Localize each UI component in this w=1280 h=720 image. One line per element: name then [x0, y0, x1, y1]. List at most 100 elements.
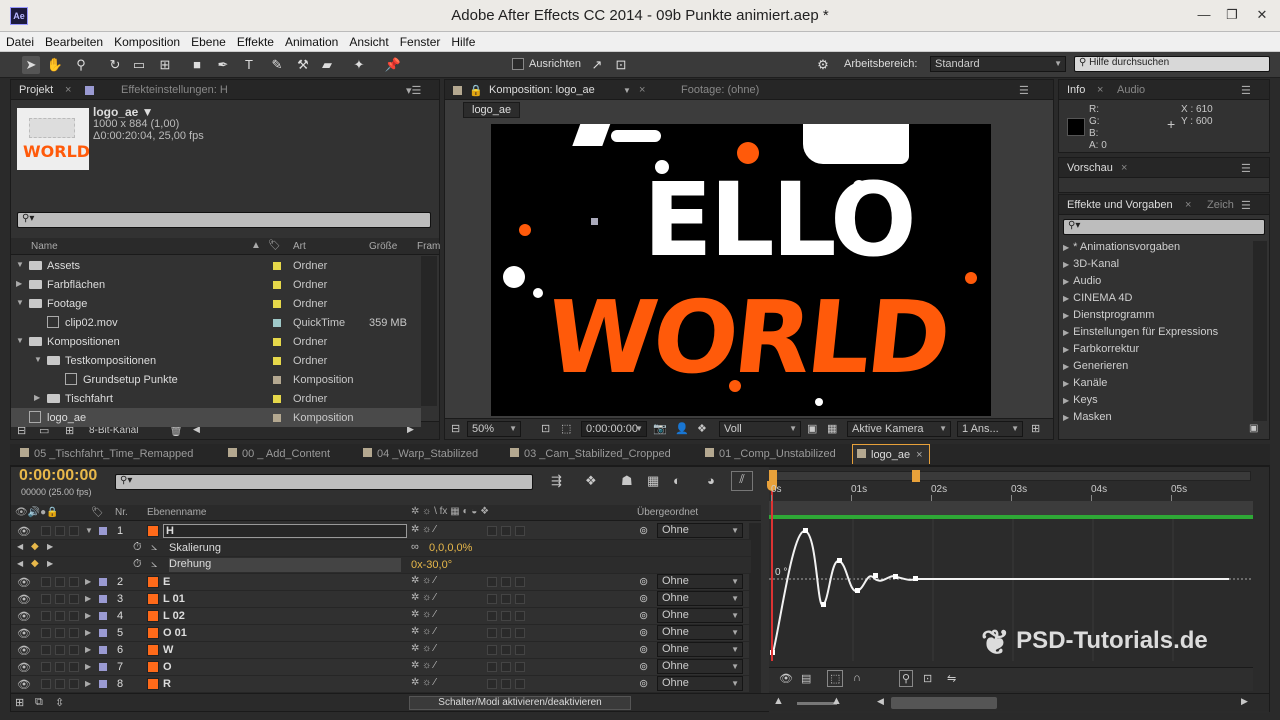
- safe-margins-icon[interactable]: ⊡: [541, 422, 550, 435]
- disclosure-icon[interactable]: ▼: [34, 355, 42, 364]
- tab-info[interactable]: Info: [1067, 84, 1085, 96]
- disclosure-icon[interactable]: ▶: [85, 662, 91, 671]
- label-swatch[interactable]: [99, 578, 107, 586]
- effects-search-input[interactable]: ⚲▾: [1063, 219, 1265, 235]
- col-parent[interactable]: Übergeordnet: [637, 507, 698, 518]
- disclosure-icon[interactable]: ▶: [85, 679, 91, 688]
- mask-toggle-icon[interactable]: ⬚: [561, 422, 571, 435]
- text-tool-icon[interactable]: T: [240, 56, 258, 74]
- parent-dropdown[interactable]: Ohne: [657, 676, 743, 691]
- frame-blend-switch[interactable]: [501, 645, 511, 655]
- audio-toggle[interactable]: [41, 628, 51, 638]
- fx-switch[interactable]: [487, 662, 497, 672]
- fx-switch[interactable]: [487, 594, 497, 604]
- menu-effekte[interactable]: Effekte: [231, 32, 279, 49]
- work-area-end-handle[interactable]: [912, 470, 920, 482]
- lock-toggle[interactable]: [69, 628, 79, 638]
- views-dropdown[interactable]: 1 Ans...: [957, 421, 1023, 437]
- visibility-eye-icon[interactable]: 👁: [17, 610, 31, 623]
- panel-menu-icon[interactable]: ☰: [1019, 84, 1029, 97]
- prev-keyframe-icon[interactable]: ◀: [17, 542, 23, 551]
- item-name[interactable]: logo_ae ▼: [93, 105, 154, 119]
- parent-dropdown[interactable]: Ohne: [657, 642, 743, 657]
- transform-box-icon[interactable]: ⬚: [827, 670, 844, 687]
- menu-komposition[interactable]: Komposition: [108, 32, 185, 49]
- tab-audio[interactable]: Audio: [1117, 84, 1145, 96]
- zoom-out-icon[interactable]: ▲: [773, 695, 784, 707]
- camera-tool-icon[interactable]: ▭: [130, 56, 148, 74]
- motion-blur-switch[interactable]: [515, 577, 525, 587]
- label-swatch[interactable]: [99, 612, 107, 620]
- close-icon[interactable]: ×: [1097, 84, 1103, 96]
- frame-blend-switch[interactable]: [501, 526, 511, 536]
- solo-toggle[interactable]: [55, 526, 65, 536]
- timeline-search-input[interactable]: ⚲▾: [115, 474, 533, 490]
- project-row[interactable]: ▼ Assets Ordner: [11, 256, 421, 275]
- label-swatch[interactable]: [273, 281, 281, 289]
- pick-whip-icon[interactable]: ⊚: [639, 643, 648, 656]
- disclosure-icon[interactable]: ▶: [85, 611, 91, 620]
- layer-name[interactable]: R: [163, 678, 171, 690]
- effects-item[interactable]: ▶ Farbkorrektur: [1063, 343, 1139, 355]
- comp-viewer[interactable]: ELLO WORLD: [491, 124, 991, 416]
- effects-item[interactable]: ▶ Masken: [1063, 411, 1112, 423]
- show-snapshot-icon[interactable]: 👤: [675, 422, 689, 435]
- property-row[interactable]: ◀ ◆ ▶ ⏱ ⦣ Skalierung ∞ 0,0,0,0%: [11, 540, 751, 557]
- label-swatch[interactable]: [273, 319, 281, 327]
- in-out-icon[interactable]: ⇳: [55, 696, 64, 709]
- visibility-eye-icon[interactable]: 👁: [17, 627, 31, 640]
- close-icon[interactable]: ✕: [1246, 0, 1278, 30]
- tab-footage[interactable]: Footage: (ohne): [681, 84, 759, 96]
- fx-switch[interactable]: [487, 526, 497, 536]
- new-bin-icon[interactable]: ▣: [1249, 423, 1258, 434]
- close-icon[interactable]: ×: [65, 84, 71, 96]
- motion-blur-switch[interactable]: [515, 645, 525, 655]
- disclosure-icon[interactable]: ▼: [16, 336, 24, 345]
- motion-blur-switch[interactable]: [515, 611, 525, 621]
- menu-animation[interactable]: Animation: [279, 32, 343, 49]
- solo-toggle[interactable]: [55, 577, 65, 587]
- roto-brush-icon[interactable]: ✦: [350, 56, 368, 74]
- pick-whip-icon[interactable]: ⊚: [639, 677, 648, 690]
- tab-composition[interactable]: Komposition: logo_ae: [489, 84, 595, 96]
- label-column-icon[interactable]: 🏷: [268, 240, 281, 251]
- label-swatch[interactable]: [99, 680, 107, 688]
- motion-blur-icon[interactable]: ◐: [673, 473, 681, 488]
- layer-row[interactable]: 👁 ▶ 7 O ✲ ☼ ⁄ ⊚ Ohne: [11, 659, 751, 676]
- project-search-input[interactable]: ⚲▾: [17, 212, 431, 228]
- timeline-tab[interactable]: 01 _Comp_Unstabilized: [705, 444, 836, 464]
- project-row[interactable]: Grundsetup Punkte Komposition: [11, 370, 421, 389]
- disclosure-icon[interactable]: ▼: [16, 260, 24, 269]
- pan-behind-tool-icon[interactable]: ⊞: [156, 56, 174, 74]
- layer-switches-icon[interactable]: ✲ ☼ ⁄: [411, 677, 436, 688]
- timeline-tab[interactable]: logo_ae ×: [852, 444, 930, 464]
- visibility-eye-icon[interactable]: 👁: [17, 576, 31, 589]
- prev-keyframe-icon[interactable]: ◀: [17, 559, 23, 568]
- menu-fenster[interactable]: Fenster: [394, 32, 446, 49]
- visibility-eye-icon[interactable]: 👁: [17, 678, 31, 691]
- layer-name[interactable]: L 02: [163, 610, 185, 622]
- audio-toggle[interactable]: [41, 679, 51, 689]
- label-swatch[interactable]: [99, 646, 107, 654]
- show-properties-icon[interactable]: 👁: [779, 672, 793, 685]
- hand-tool-icon[interactable]: ✋: [46, 56, 64, 74]
- effects-item[interactable]: ▶ Kanäle: [1063, 377, 1107, 389]
- graph-icon[interactable]: ⦣: [151, 541, 157, 554]
- snapshot-icon[interactable]: 📷: [653, 422, 667, 435]
- selection-tool-icon[interactable]: ➤: [22, 56, 40, 74]
- project-row[interactable]: ▼ Footage Ordner: [11, 294, 421, 313]
- col-layer-name[interactable]: Ebenenname: [147, 507, 207, 518]
- frame-blend-switch[interactable]: [501, 594, 511, 604]
- fx-switch[interactable]: [487, 611, 497, 621]
- audio-toggle[interactable]: [41, 577, 51, 587]
- tab-effects-presets[interactable]: Effekte und Vorgaben: [1067, 199, 1173, 211]
- eraser-tool-icon[interactable]: ▰: [318, 56, 336, 74]
- panel-menu-icon[interactable]: ☰: [1241, 199, 1251, 212]
- transparency-grid-icon[interactable]: ▦: [827, 422, 837, 435]
- tab-effect-controls[interactable]: Effekteinstellungen: H: [121, 84, 228, 96]
- comp-breadcrumb[interactable]: logo_ae: [463, 102, 521, 118]
- align-checkbox[interactable]: [512, 58, 524, 70]
- constrain-proportions-icon[interactable]: ∞: [411, 541, 419, 553]
- lock-toggle[interactable]: [69, 594, 79, 604]
- av-features-icon[interactable]: 👁🔊●🔒: [15, 507, 59, 518]
